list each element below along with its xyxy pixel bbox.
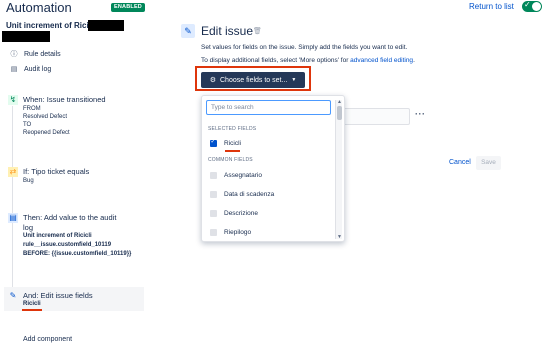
description-text-2: To display additional fields, select 'Mo… — [201, 57, 415, 64]
sidebar-item-label: Audit log — [24, 65, 52, 73]
trigger-line: TO — [23, 122, 32, 128]
action-title: Then: Add value to the audit — [23, 213, 117, 222]
choose-fields-label: Choose fields to set... — [220, 76, 288, 84]
field-option-data-di-scadenza[interactable]: Data di scadenza — [210, 191, 274, 198]
trigger-line: Reopened Defect — [23, 130, 70, 136]
field-option-label: Ricicli — [224, 140, 241, 147]
red-underline-annotation — [225, 150, 240, 152]
sidebar-item-audit-log[interactable]: ▤ Audit log — [10, 65, 52, 74]
scroll-up-icon[interactable]: ▲ — [336, 99, 343, 105]
trigger-title: When: Issue transitioned — [23, 95, 106, 104]
rule-enabled-toggle[interactable]: ✓ — [522, 0, 542, 12]
checkbox-icon — [210, 172, 217, 179]
sidebar-item-label: Rule details — [24, 50, 61, 58]
choose-fields-dropdown: Type to search SELECTED FIELDS Ricicli C… — [201, 95, 345, 242]
dropdown-scrollbar[interactable]: ▲ ▼ — [335, 99, 343, 240]
gear-icon: ⚙ — [209, 77, 216, 84]
check-icon: ✓ — [524, 0, 531, 9]
condition-component[interactable]: ⇄ If: Tipo ticket equals Bug — [8, 167, 144, 189]
edit-action-title: And: Edit issue fields — [23, 291, 93, 300]
more-options-icon[interactable]: ··· — [415, 109, 426, 119]
trigger-component[interactable]: ↯ When: Issue transitioned FROM Resolved… — [8, 95, 144, 141]
redacted-block — [88, 20, 124, 31]
field-option-label: Descrizione — [224, 210, 258, 217]
redacted-block — [2, 31, 50, 42]
field-option-assegnatario[interactable]: Assegnatario — [210, 172, 262, 179]
app-title: Automation — [6, 0, 72, 15]
field-option-label: Assegnatario — [224, 172, 262, 179]
audit-log-action-component[interactable]: ▤ Then: Add value to the audit log Unit … — [8, 213, 144, 263]
rule-name: Unit increment of Ricicli- — [6, 21, 101, 30]
audit-log-icon: ▤ — [8, 213, 18, 223]
add-component-link[interactable]: Add component — [23, 336, 72, 343]
selected-fields-header: SELECTED FIELDS — [208, 126, 257, 132]
return-to-list-link[interactable]: Return to list — [469, 2, 514, 11]
cancel-button[interactable]: Cancel — [449, 159, 471, 166]
checkbox-checked-icon — [210, 138, 217, 147]
edit-issue-action-component[interactable]: ✎ And: Edit issue fields Ricicli — [8, 291, 144, 311]
field-option-ricicli[interactable]: Ricicli — [210, 138, 241, 147]
transition-icon: ↯ — [8, 95, 18, 105]
field-option-riepilogo[interactable]: Riepilogo — [210, 229, 251, 236]
search-input[interactable]: Type to search — [206, 100, 331, 115]
description-suffix: . — [413, 57, 415, 64]
sidebar-item-rule-details[interactable]: ⓘ Rule details — [10, 49, 61, 59]
action-title-cont: log — [23, 223, 34, 232]
pencil-icon: ✎ — [181, 24, 195, 38]
chevron-down-icon: ▼ — [291, 77, 297, 83]
choose-fields-button[interactable]: ⚙ Choose fields to set... ▼ — [201, 72, 305, 88]
toggle-knob — [532, 2, 541, 11]
condition-icon: ⇄ — [8, 167, 18, 177]
pencil-icon: ✎ — [9, 291, 17, 300]
field-option-label: Data di scadenza — [224, 191, 275, 198]
document-icon: ▤ — [10, 66, 18, 73]
common-fields-header: COMMON FIELDS — [208, 157, 253, 163]
red-underline-annotation — [22, 309, 42, 311]
action-line: BEFORE: {{issue.customfield_10119}} — [23, 251, 132, 257]
info-icon: ⓘ — [10, 51, 18, 58]
description-text: Set values for fields on the issue. Simp… — [201, 44, 408, 51]
status-badge: ENABLED — [111, 3, 145, 12]
condition-title: If: Tipo ticket equals — [23, 167, 90, 176]
action-line: rule__issue.customfield_10119 — [23, 242, 112, 248]
checkbox-icon — [210, 229, 217, 236]
condition-line: Bug — [23, 178, 34, 184]
checkbox-icon — [210, 210, 217, 217]
field-value-input[interactable] — [335, 108, 410, 125]
trigger-line: FROM — [23, 106, 41, 112]
scroll-down-icon[interactable]: ▼ — [336, 234, 343, 240]
trigger-line: Resolved Defect — [23, 114, 68, 120]
description-prefix: To display additional fields, select 'Mo… — [201, 57, 351, 64]
edit-action-field: Ricicli — [23, 301, 41, 307]
advanced-field-editing-link[interactable]: advanced field editing — [350, 57, 413, 64]
save-button[interactable]: Save — [476, 156, 501, 170]
trash-icon[interactable]: 🗑 — [253, 27, 262, 35]
scrollbar-thumb[interactable] — [337, 106, 342, 120]
checkbox-icon — [210, 191, 217, 198]
action-line: Unit increment of Ricicli — [23, 233, 92, 239]
top-bar: Automation ENABLED Return to list ✓ — [0, 0, 553, 15]
field-option-label: Riepilogo — [224, 229, 252, 236]
page-title: Edit issue — [201, 24, 254, 38]
field-option-descrizione[interactable]: Descrizione — [210, 210, 258, 217]
